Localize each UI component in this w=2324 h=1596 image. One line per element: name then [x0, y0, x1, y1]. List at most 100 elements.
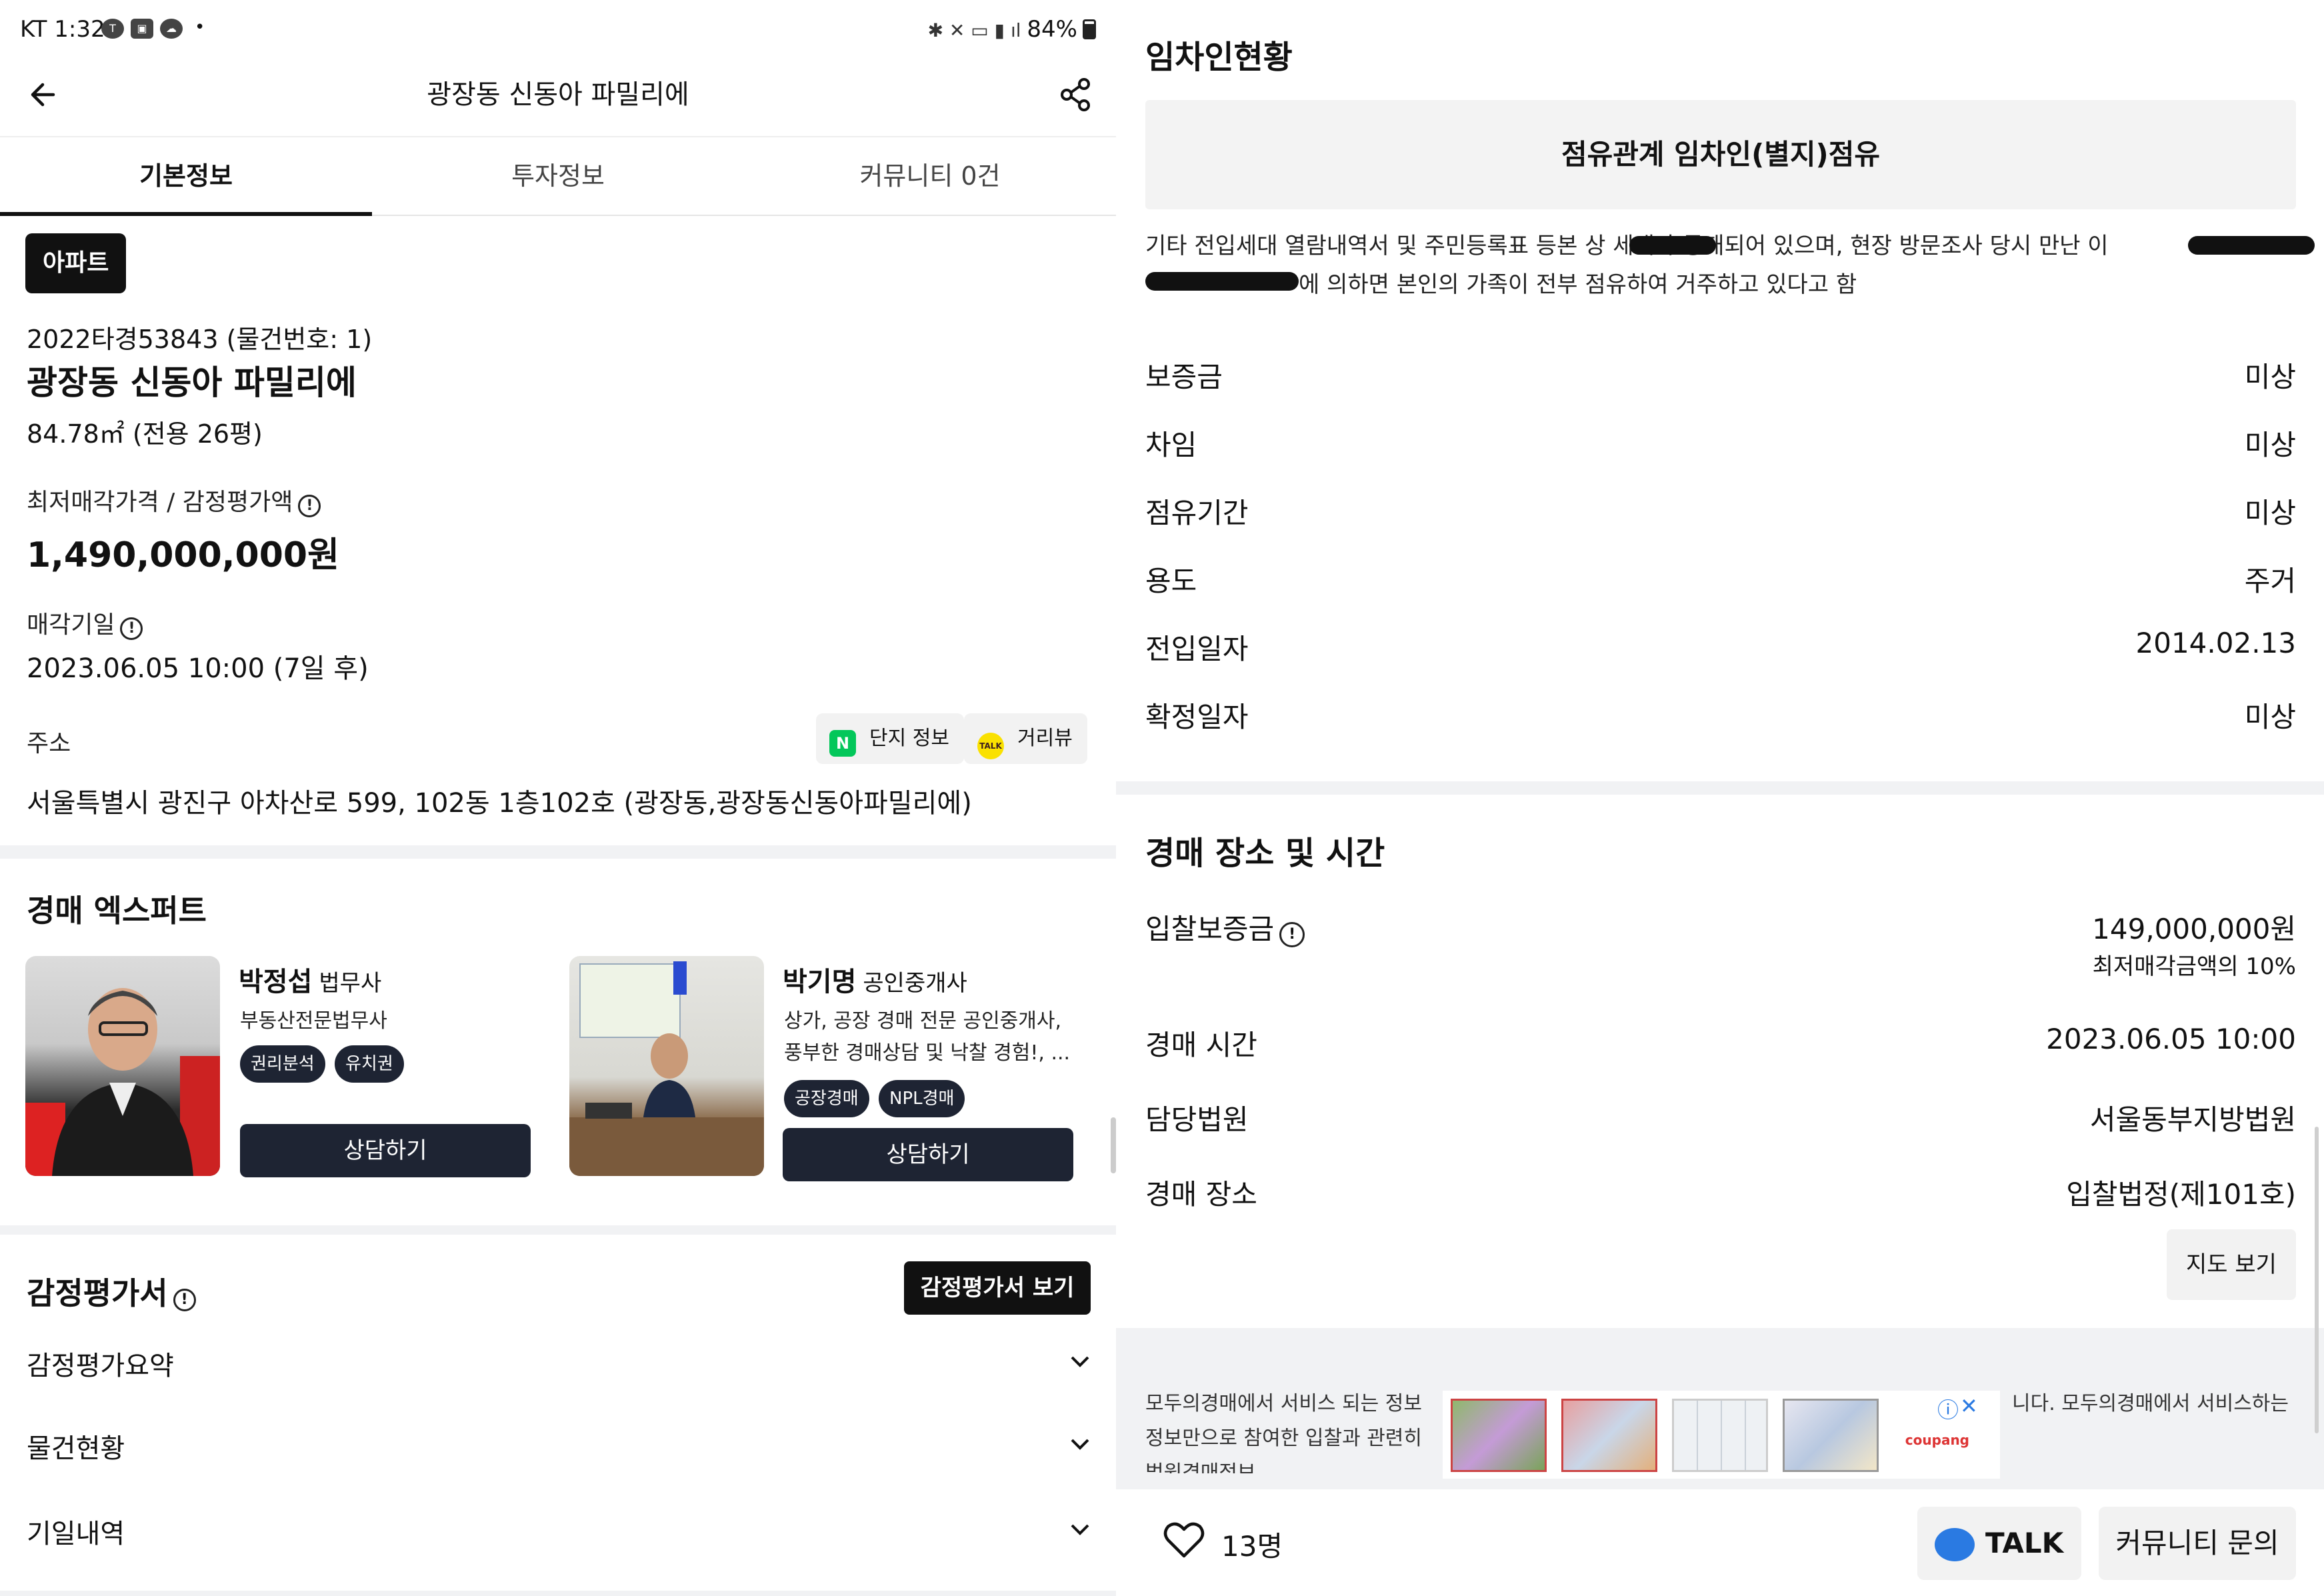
- chevron-down-icon: [1071, 1439, 1089, 1450]
- chevron-down-icon: [1071, 1356, 1089, 1367]
- ad-map-thumbnail[interactable]: [1783, 1399, 1879, 1472]
- page-title: 광장동 신동아 파밀리에: [427, 79, 689, 110]
- footer-text-right: 니다. 모두의경매에서 서비스하는: [2012, 1392, 2289, 1415]
- property-type-chip: 아파트: [25, 233, 127, 293]
- cloud-icon: ☁: [160, 19, 183, 39]
- property-size: 84.78㎡ (전용 26평): [27, 419, 263, 449]
- right-panel: 임차인현황 점유관계 임차인(별지)점유 기타 전입세대 열람내역서 및 주민등…: [1116, 0, 2324, 1596]
- share-icon[interactable]: [1056, 75, 1096, 115]
- status-right: ✱ ✕ ▭ ▮ ıl 84%: [928, 16, 1096, 43]
- occupancy-status: 점유관계 임차인(별지)점유: [1145, 100, 2296, 209]
- date-label-row: 매각기일!: [27, 605, 143, 640]
- ad-map-thumbnail[interactable]: [1561, 1399, 1657, 1472]
- image-icon: ▣: [131, 19, 153, 39]
- ad-map-thumbnail[interactable]: [1451, 1399, 1547, 1472]
- consult-button[interactable]: 상담하기: [240, 1124, 531, 1177]
- address-value: 서울특별시 광진구 아차산로 599, 102동 1층102호 (광장동,광장동…: [27, 788, 972, 819]
- tab-bar: 기본정보 투자정보 커뮤니티 0건: [0, 136, 1116, 216]
- section-divider: [1116, 781, 2324, 795]
- scrollbar[interactable]: [2315, 1127, 2319, 1433]
- price-label: 최저매각가격 / 감정평가액: [27, 489, 293, 516]
- like-count: 13명: [1221, 1530, 1283, 1563]
- row-value: 주거: [2244, 565, 2296, 597]
- expert-tag: 공장경매: [784, 1080, 869, 1117]
- talk-button[interactable]: TALK: [1917, 1507, 2081, 1580]
- tab-community[interactable]: 커뮤니티 0건: [744, 137, 1116, 215]
- consult-button[interactable]: 상담하기: [783, 1128, 1073, 1181]
- ad-brand-logo: coupang: [1905, 1432, 1969, 1448]
- community-inquiry-button[interactable]: 커뮤니티 문의: [2099, 1507, 2296, 1580]
- expert-name: 박정섭 법무사: [239, 960, 381, 999]
- info-icon[interactable]: !: [298, 495, 321, 517]
- ad-map-thumbnail[interactable]: [1672, 1399, 1768, 1472]
- street-view-button[interactable]: TALK 거리뷰: [964, 713, 1087, 764]
- row-value: 2023.06.05 10:00: [2046, 1023, 2296, 1055]
- accordion-property-status[interactable]: 물건현황: [27, 1427, 1093, 1465]
- bottom-action-bar: 13명 TALK 커뮤니티 문의: [1116, 1491, 2324, 1596]
- accordion-label: 감정평가요약: [27, 1351, 174, 1381]
- row-key: 경매 장소: [1145, 1178, 1257, 1211]
- expert-name: 박기명 공인중개사: [783, 960, 967, 999]
- complex-info-label: 단지 정보: [869, 727, 949, 750]
- tab-basic-info[interactable]: 기본정보: [0, 137, 372, 216]
- accordion-label: 물건현황: [27, 1433, 125, 1464]
- info-icon[interactable]: !: [120, 617, 143, 640]
- row-key: 담당법원: [1145, 1103, 1249, 1136]
- person-photo-icon: [569, 961, 764, 1176]
- ad-close-icon[interactable]: ✕: [1960, 1393, 1978, 1419]
- deposit-label: 입찰보증금: [1145, 913, 1275, 945]
- footer-text-left: 모두의경매에서 서비스 되는 정보: [1145, 1392, 1423, 1415]
- accordion-appraisal-summary[interactable]: 감정평가요약: [27, 1344, 1093, 1383]
- sale-date-label: 매각기일: [27, 611, 115, 639]
- ad-info-icon[interactable]: ⓘ: [1937, 1393, 1959, 1424]
- expert-desc: 풍부한 경매상담 및 낙찰 경험!, ...: [784, 1041, 1071, 1065]
- section-divider: [0, 845, 1116, 859]
- expert-tag: 권리분석: [240, 1045, 325, 1083]
- expert-role: 공인중개사: [863, 970, 967, 997]
- info-icon[interactable]: !: [173, 1289, 196, 1311]
- expert-name-text: 박기명: [783, 967, 857, 997]
- row-value: 149,000,000원: [2092, 913, 2296, 945]
- row-key: 보증금: [1145, 361, 1223, 393]
- chat-bubble-icon: [1935, 1528, 1975, 1561]
- status-bar: KT 1:32 T ▣ ☁ • ✱ ✕ ▭ ▮ ıl 84%: [0, 0, 1116, 60]
- view-appraisal-button[interactable]: 감정평가서 보기: [904, 1261, 1091, 1315]
- redaction-mark: [1145, 272, 1299, 291]
- deposit-sub: 최저매각금액의 10%: [2092, 953, 2296, 980]
- info-icon[interactable]: !: [1279, 922, 1305, 947]
- expert-name-text: 박정섭: [239, 967, 313, 997]
- expert-photo[interactable]: [569, 956, 764, 1176]
- ad-banner[interactable]: ⓘ ✕ coupang: [1443, 1391, 2000, 1479]
- row-value: 미상: [2244, 429, 2296, 461]
- experts-title: 경매 엑스퍼트: [27, 893, 207, 929]
- carrier-time: KT 1:32: [20, 16, 105, 43]
- row-key: 차임: [1145, 429, 1197, 461]
- tenants-title: 임차인현황: [1145, 39, 1293, 76]
- expert-tag: 유치권: [335, 1045, 404, 1083]
- battery-icon: [1083, 19, 1096, 39]
- talk-label: TALK: [1985, 1527, 2064, 1559]
- sale-date-value: 2023.06.05 10:00 (7일 후): [27, 653, 369, 684]
- case-number: 2022타경53843 (물건번호: 1): [27, 325, 373, 354]
- property-name: 광장동 신동아 파밀리에: [27, 363, 357, 402]
- expert-desc: 부동산전문법무사: [240, 1009, 387, 1033]
- description-line: 기타 전입세대 열람내역서 및 주민등록표 등본 상 세대가 등재되어 있으며,…: [1145, 233, 2109, 259]
- section-divider: [0, 1225, 1116, 1235]
- expert-photo[interactable]: [25, 956, 220, 1176]
- row-value: 서울동부지방법원: [2089, 1103, 2296, 1136]
- accordion-date-history[interactable]: 기일내역: [27, 1512, 1093, 1551]
- section-divider: [0, 1591, 1116, 1596]
- left-panel: KT 1:32 T ▣ ☁ • ✱ ✕ ▭ ▮ ıl 84% 광장동 신동아 파…: [0, 0, 1116, 1596]
- row-key: 입찰보증금!: [1145, 907, 1305, 947]
- row-value: 미상: [2244, 701, 2296, 733]
- complex-info-button[interactable]: N 단지 정보: [816, 713, 964, 764]
- tab-investment-info[interactable]: 투자정보: [372, 137, 744, 215]
- view-map-button[interactable]: 지도 보기: [2167, 1229, 2296, 1300]
- redaction-mark: [2188, 236, 2315, 255]
- price-value: 1,490,000,000원: [27, 535, 339, 575]
- heart-icon[interactable]: [1163, 1520, 1205, 1560]
- row-value: 입찰법정(제101호): [2066, 1178, 2296, 1211]
- address-label: 주소: [27, 730, 71, 757]
- kakao-icon: TALK: [977, 733, 1004, 759]
- row-value: 2014.02.13: [2135, 627, 2296, 659]
